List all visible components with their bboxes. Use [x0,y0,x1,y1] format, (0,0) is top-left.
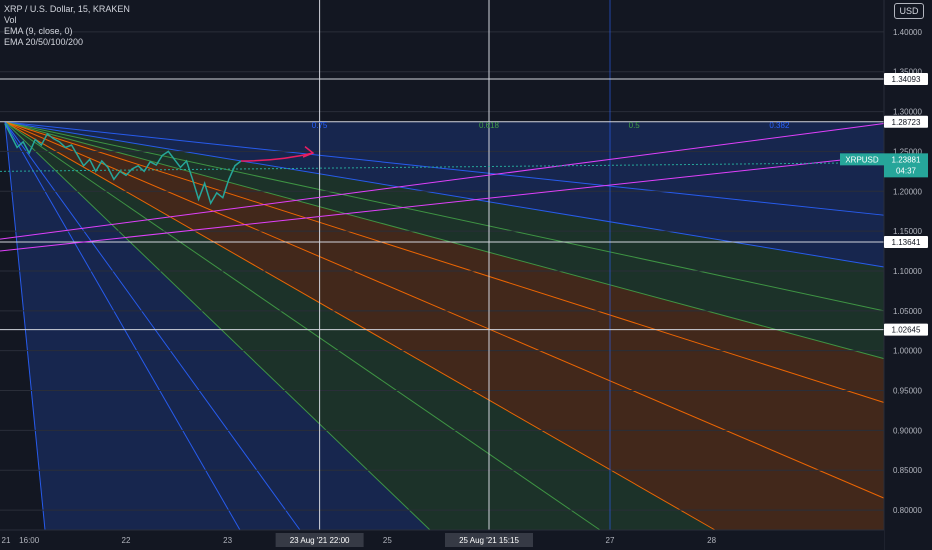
legend-ema-multi[interactable]: EMA 20/50/100/200 [4,37,130,48]
level-tag-text-0: 1.34093 [892,75,921,84]
price-tick-6: 1.10000 [893,267,922,276]
price-chart[interactable]: 0.75 0.618 0.5 0.382 1.400001.350001.300001… [0,0,932,550]
price-tick-12: 0.80000 [893,506,922,515]
time-highlight-text-0: 23 Aug '21 22:00 [290,536,350,545]
price-tick-5: 1.15000 [893,227,922,236]
time-tick-2: 22 [122,536,131,545]
time-tick-0: 21 [2,536,11,545]
time-axis[interactable]: 21 16:00 22 23 25 27 28 23 Aug '21 22:00 25 Aug … [0,529,884,550]
level-tag-text-2: 1.13641 [892,238,921,247]
fib-label-1: 0.618 [479,121,500,130]
price-tick-4: 1.20000 [893,187,922,196]
time-tick-3: 23 [223,536,232,545]
price-tick-9: 0.95000 [893,387,922,396]
time-axis-bg [0,530,884,550]
time-tick-5: 27 [606,536,615,545]
time-tick-1: 16:00 [19,536,40,545]
price-tick-11: 0.85000 [893,466,922,475]
fib-fan-fills [5,121,884,530]
price-tick-10: 0.90000 [893,426,922,435]
fib-label-3: 0.382 [769,121,790,130]
symbol-tag-text: XRPUSD [845,155,879,164]
legend-title[interactable]: XRP / U.S. Dollar, 15, KRAKEN [4,4,130,15]
time-highlight-text-1: 25 Aug '21 15:15 [459,536,519,545]
currency-button[interactable]: USD [894,3,924,19]
legend-volume[interactable]: Vol [4,15,130,26]
level-tag-text-1: 1.28723 [892,118,921,127]
time-tick-6: 28 [707,536,716,545]
price-tick-8: 1.00000 [893,347,922,356]
last-price-text: 1.23881 [892,155,921,164]
legend-ema-single[interactable]: EMA (9, close, 0) [4,26,130,37]
fib-label-2: 0.5 [629,121,641,130]
level-tag-text-3: 1.02645 [892,326,921,335]
price-tick-7: 1.05000 [893,307,922,316]
chart-legend: XRP / U.S. Dollar, 15, KRAKEN Vol EMA (9… [4,4,130,48]
price-tick-0: 1.40000 [893,28,922,37]
fib-label-0: 0.75 [312,121,328,130]
countdown-text: 04:37 [896,166,917,175]
price-tick-2: 1.30000 [893,108,922,117]
time-tick-4: 25 [383,536,392,545]
